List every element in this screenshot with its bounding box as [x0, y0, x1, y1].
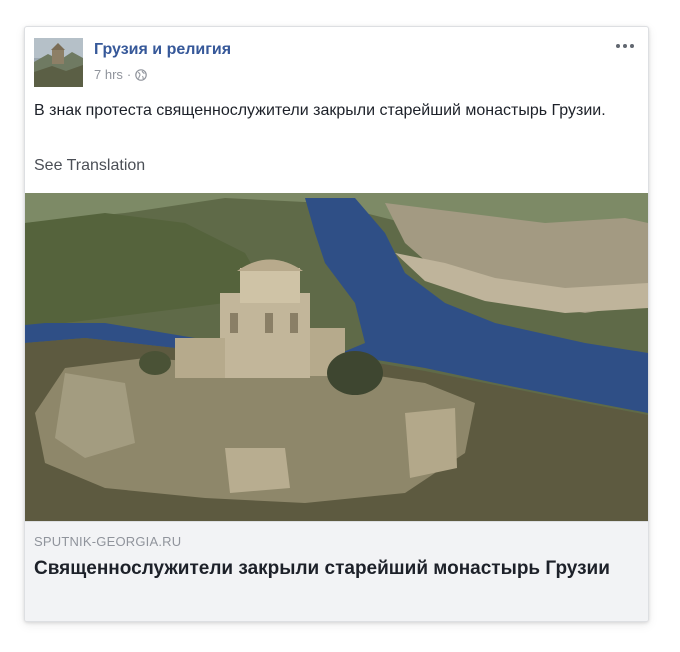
avatar-image	[34, 38, 83, 87]
link-preview[interactable]: SPUTNIK-GEORGIA.RU Священнослужители зак…	[25, 193, 648, 621]
globe-icon[interactable]	[135, 68, 148, 81]
more-options-icon[interactable]	[612, 37, 638, 55]
post-card: Грузия и религия 7 hrs · В знак протеста…	[24, 26, 649, 622]
link-title[interactable]: Священнослужители закрыли старейший мона…	[34, 556, 634, 581]
preview-image	[25, 193, 648, 521]
meta-separator: ·	[126, 67, 132, 82]
preview-caption: SPUTNIK-GEORGIA.RU Священнослужители зак…	[25, 521, 648, 621]
post-meta: 7 hrs ·	[94, 67, 148, 82]
post-text: В знак протеста священнослужители закрыл…	[34, 102, 606, 119]
page-avatar[interactable]	[34, 38, 83, 87]
timestamp-link[interactable]: 7 hrs	[94, 67, 123, 82]
page-name-link[interactable]: Грузия и религия	[94, 41, 231, 59]
link-domain: SPUTNIK-GEORGIA.RU	[34, 534, 182, 549]
see-translation-link[interactable]: See Translation	[34, 157, 145, 175]
